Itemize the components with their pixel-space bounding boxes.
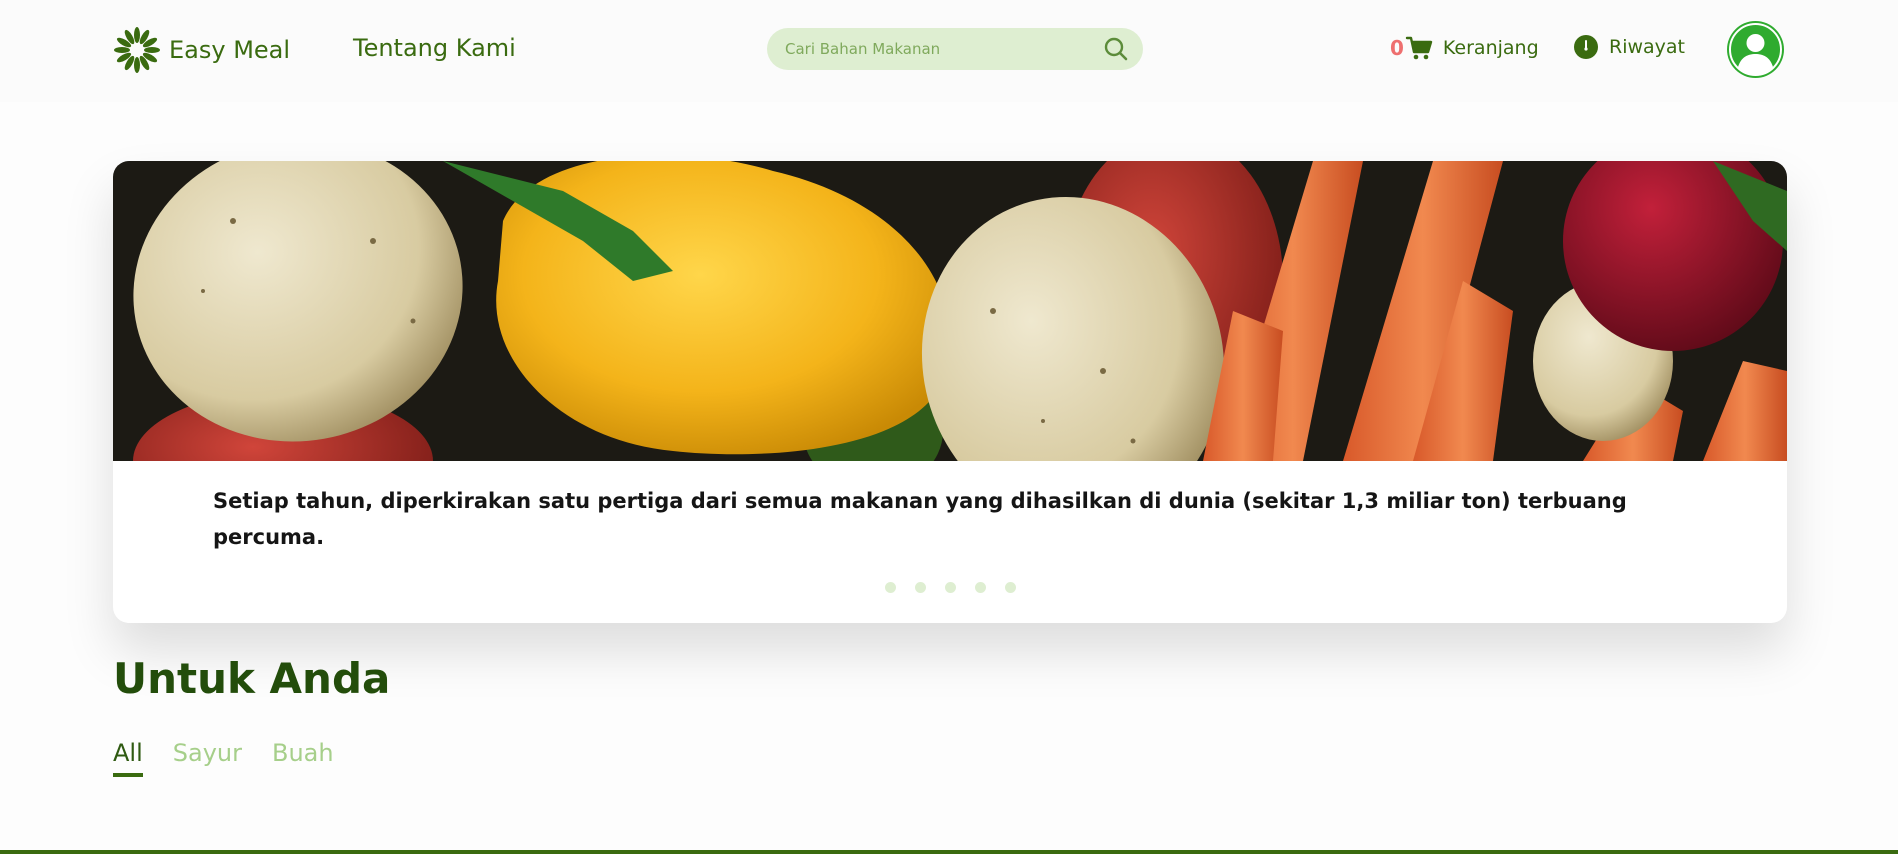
clock-icon [1574,35,1598,59]
category-tabs: All Sayur Buah [113,739,334,777]
history-label: Riwayat [1609,36,1685,58]
brand-logo[interactable]: Easy Meal [113,26,290,74]
carousel-dot-4[interactable] [974,582,986,593]
cart-count-badge: 0 [1390,36,1404,60]
user-icon [1729,23,1782,76]
carousel-dot-2[interactable] [914,582,926,593]
carousel-dot-3[interactable] [944,582,956,593]
section-title: Untuk Anda [113,654,391,703]
search-input[interactable] [785,28,1085,70]
brand-name: Easy Meal [169,36,291,64]
carousel-dot-5[interactable] [1004,582,1016,593]
carousel-dot-1[interactable] [884,582,896,593]
top-navbar: Easy Meal Tentang Kami 0 Keranjang Riway… [0,0,1898,102]
history-link[interactable]: Riwayat [1573,34,1685,60]
cart-link[interactable]: 0 Keranjang [1390,34,1539,62]
carousel-indicators [113,582,1787,594]
vegetables-photo [113,161,1787,461]
hero-carousel: Setiap tahun, diperkirakan satu pertiga … [113,161,1787,623]
search-bar [767,28,1143,70]
search-icon[interactable] [1103,36,1129,62]
tab-all[interactable]: All [113,739,143,777]
logo-sun-icon [114,27,160,73]
tab-buah[interactable]: Buah [272,739,334,777]
tab-sayur[interactable]: Sayur [173,739,242,777]
user-avatar[interactable] [1727,21,1784,78]
nav-link-tentang-kami[interactable]: Tentang Kami [353,34,516,62]
cart-label: Keranjang [1442,37,1539,59]
hero-caption: Setiap tahun, diperkirakan satu pertiga … [213,489,1627,549]
bottom-divider [0,850,1898,854]
cart-icon [1405,36,1433,60]
